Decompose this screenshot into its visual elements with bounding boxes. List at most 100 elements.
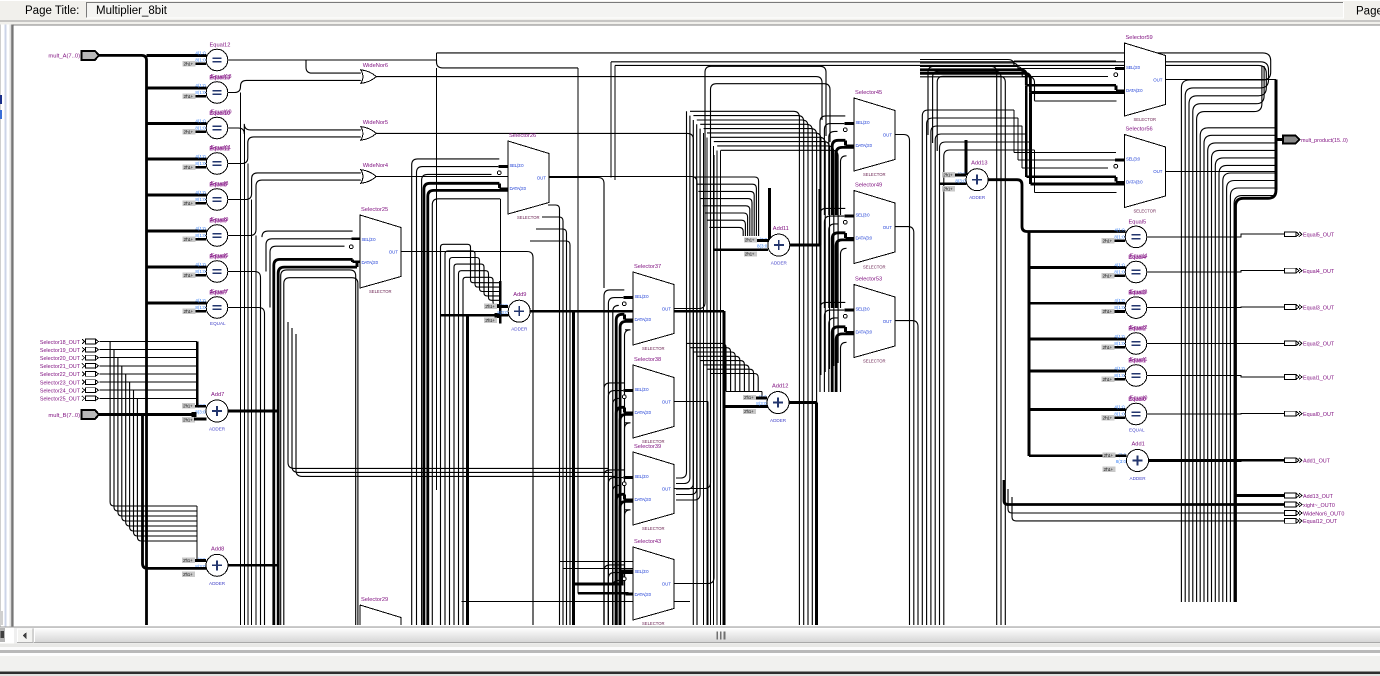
- svg-text:8(1:0: 8(1:0: [1114, 270, 1125, 275]
- svg-text:Add11: Add11: [773, 226, 789, 232]
- svg-text:Equal0_OUT: Equal0_OUT: [1303, 412, 1335, 418]
- svg-text:SEL(3:0: SEL(3:0: [635, 474, 650, 479]
- svg-text:8(3:0: 8(3:0: [497, 310, 508, 315]
- svg-text:8(1:0: 8(1:0: [1114, 412, 1125, 417]
- svg-text:WideNor6_OUT0: WideNor6_OUT0: [1303, 511, 1344, 517]
- svg-text:Equal12_OUT: Equal12_OUT: [1303, 519, 1338, 525]
- svg-text:Equal3_OUT: Equal3_OUT: [1303, 305, 1335, 311]
- svg-text:DATA(3:0: DATA(3:0: [635, 592, 652, 597]
- svg-text:Selector22_OUT: Selector22_OUT: [40, 372, 81, 378]
- svg-text:ADDER: ADDER: [511, 327, 528, 332]
- svg-text:Selector25: Selector25: [361, 207, 388, 213]
- svg-text:SELECTOR: SELECTOR: [642, 346, 665, 351]
- svg-text:4(1:0: 4(1:0: [1114, 262, 1125, 267]
- svg-text:OUT: OUT: [662, 400, 672, 405]
- svg-text:Equal10: Equal10: [209, 111, 230, 117]
- svg-text:OUT: OUT: [662, 582, 672, 587]
- svg-text:Selector56: Selector56: [1126, 127, 1153, 133]
- svg-text:DATA(3:0: DATA(3:0: [510, 186, 527, 191]
- svg-text:4(1:0: 4(1:0: [195, 298, 206, 303]
- svg-text:Selector23_OUT: Selector23_OUT: [40, 380, 81, 386]
- svg-text:Equal13: Equal13: [209, 75, 230, 81]
- svg-text:Equal5_OUT: Equal5_OUT: [1303, 233, 1335, 239]
- svg-text:4(1:0: 4(1:0: [195, 190, 206, 195]
- svg-text:8(1:0: 8(1:0: [195, 305, 206, 310]
- svg-text:mult_A(7..0): mult_A(7..0): [48, 54, 80, 60]
- svg-text:2'h1+: 2'h1+: [1103, 274, 1113, 279]
- svg-text:4(1:0: 4(1:0: [1114, 366, 1125, 371]
- svg-text:OUT: OUT: [662, 307, 672, 312]
- svg-text:SEL(3:0: SEL(3:0: [1126, 157, 1141, 162]
- svg-text:DATA(3:0: DATA(3:0: [1126, 180, 1143, 185]
- svg-text:Selector39: Selector39: [634, 444, 661, 450]
- svg-text:2'h1+: 2'h1+: [745, 252, 755, 257]
- svg-text:Add8: Add8: [211, 546, 224, 552]
- svg-text:WideNor6: WideNor6: [363, 63, 388, 69]
- svg-text:Selector59: Selector59: [1126, 35, 1153, 41]
- svg-text:SELECTOR: SELECTOR: [642, 526, 665, 531]
- svg-text:2'h1+: 2'h1+: [183, 572, 193, 577]
- svg-text:2'h1+: 2'h1+: [485, 304, 495, 309]
- svg-text:Add9: Add9: [513, 292, 526, 298]
- svg-text:OUT: OUT: [883, 225, 893, 230]
- svg-text:Selector19_OUT: Selector19_OUT: [40, 348, 81, 354]
- svg-text:Equal11: Equal11: [209, 146, 229, 152]
- svg-text:2'h1+: 2'h1+: [184, 94, 194, 99]
- svg-text:8(3:0: 8(3:0: [1116, 459, 1127, 464]
- svg-text:4(1:0: 4(1:0: [195, 154, 206, 159]
- svg-text:Selector24_OUT: Selector24_OUT: [40, 389, 81, 395]
- svg-text:SELECTOR: SELECTOR: [863, 358, 886, 363]
- svg-text:8(1:0: 8(1:0: [1114, 235, 1125, 240]
- svg-text:DATA(3:0: DATA(3:0: [635, 410, 652, 415]
- svg-text:Equal2_OUT: Equal2_OUT: [1303, 342, 1335, 348]
- svg-text:Equal6: Equal6: [209, 254, 227, 260]
- svg-text:DATA(3:0: DATA(3:0: [635, 497, 652, 502]
- svg-text:Selector26: Selector26: [509, 133, 536, 139]
- svg-text:ADDER: ADDER: [969, 195, 986, 200]
- svg-text:2'h1+: 2'h1+: [1103, 345, 1113, 350]
- svg-text:2'h1+: 2'h1+: [184, 201, 194, 206]
- svg-text:Selector53: Selector53: [855, 277, 882, 283]
- svg-text:2'h1+: 2'h1+: [184, 62, 194, 67]
- svg-text:OUT: OUT: [662, 487, 672, 492]
- svg-text:DATA(3:0: DATA(3:0: [856, 143, 873, 148]
- svg-text:OUT: OUT: [537, 176, 547, 181]
- svg-text:2'h1+: 2'h1+: [184, 273, 194, 278]
- svg-text:Selector43: Selector43: [634, 539, 661, 545]
- svg-text:SELECTOR: SELECTOR: [1134, 117, 1157, 122]
- svg-text:SEL(3:0: SEL(3:0: [856, 307, 871, 312]
- svg-text:Equal1: Equal1: [1128, 358, 1146, 364]
- svg-text:OUT: OUT: [883, 319, 893, 324]
- svg-text:Multiplier_8bit: Multiplier_8bit: [96, 5, 168, 17]
- svg-text:8(1:0: 8(1:0: [195, 269, 206, 274]
- svg-text:DATA(3:0: DATA(3:0: [362, 260, 379, 265]
- svg-text:2'h1+: 2'h1+: [943, 186, 953, 191]
- svg-text:SEL(3:0: SEL(3:0: [1126, 65, 1141, 70]
- svg-text:OUT: OUT: [883, 133, 893, 138]
- svg-text:Equal5: Equal5: [1129, 219, 1147, 225]
- svg-text:8(3:0: 8(3:0: [756, 401, 767, 406]
- svg-text:Selector25_OUT: Selector25_OUT: [40, 397, 81, 403]
- svg-text:Selector38: Selector38: [634, 357, 661, 363]
- svg-text:SELECTOR: SELECTOR: [863, 172, 886, 177]
- svg-text:2'h1+: 2'h1+: [744, 395, 754, 400]
- svg-text:8(1:0: 8(1:0: [195, 58, 206, 63]
- svg-text:8(1:0: 8(1:0: [195, 233, 206, 238]
- svg-text:2'h1+: 2'h1+: [1103, 239, 1113, 244]
- svg-text:2'h1+: 2'h1+: [943, 172, 953, 177]
- svg-text:OUT: OUT: [1153, 78, 1163, 83]
- svg-text:Equal4_OUT: Equal4_OUT: [1303, 269, 1335, 275]
- svg-text:Add1_OUT: Add1_OUT: [1303, 459, 1331, 465]
- svg-text:OUT: OUT: [1153, 169, 1163, 174]
- svg-text:Equal9: Equal9: [209, 218, 227, 224]
- svg-text:Page Title:: Page Title:: [25, 5, 79, 17]
- svg-text:2'h1+: 2'h1+: [1103, 377, 1113, 382]
- svg-text:DATA(3:0: DATA(3:0: [856, 330, 873, 335]
- svg-text:SELECTOR: SELECTOR: [1134, 208, 1157, 213]
- svg-text:SEL(3:0: SEL(3:0: [510, 163, 525, 168]
- svg-text:Selector29: Selector29: [361, 597, 388, 603]
- svg-text:ADDER: ADDER: [770, 418, 787, 423]
- svg-text:ADDER: ADDER: [1130, 476, 1147, 481]
- svg-text:WideNor5: WideNor5: [363, 120, 388, 126]
- svg-text:SELECTOR: SELECTOR: [863, 264, 886, 269]
